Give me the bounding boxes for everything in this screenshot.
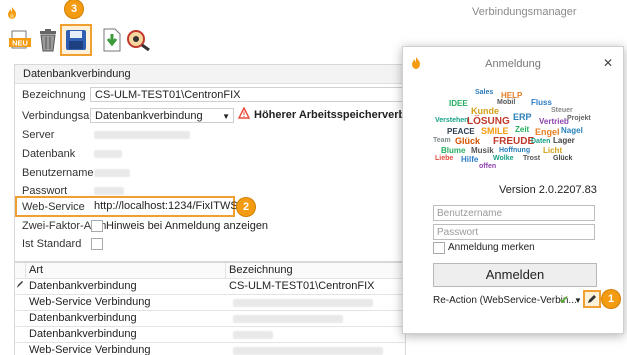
table-row[interactable]: Datenbankverbindung xyxy=(15,327,405,343)
cell-art: Datenbankverbindung xyxy=(29,312,137,324)
table-header: Art Bezeichnung xyxy=(15,263,405,279)
table-row[interactable]: Datenbankverbindung CS-ULM-TEST01\Centro… xyxy=(15,279,405,295)
benutzername-field[interactable] xyxy=(90,165,230,180)
dialog-title: Anmeldung xyxy=(485,58,541,70)
label-datenbank: Datenbank xyxy=(22,148,76,160)
cell-bezeichnung-redacted xyxy=(229,343,389,355)
server-field[interactable] xyxy=(90,127,230,142)
cell-art: Datenbankverbindung xyxy=(29,280,137,292)
column-header-bezeichnung[interactable]: Bezeichnung xyxy=(227,263,293,278)
save-button[interactable] xyxy=(60,24,92,56)
label-webservice: Web-Service xyxy=(22,201,85,213)
ist-standard-checkbox[interactable] xyxy=(91,238,103,250)
trash-icon xyxy=(40,29,56,52)
version-text: Version 2.0.2207.83 xyxy=(499,184,597,196)
username-input[interactable]: Benutzername xyxy=(433,205,595,221)
cell-art: Web-Service Verbindung xyxy=(29,344,151,355)
check-icon: ✔ xyxy=(559,293,570,307)
login-dialog: Anmeldung ✕ Sales HELP IDEE Mobil Fluss … xyxy=(402,46,624,334)
verbindungsart-value: Datenbankverbindung xyxy=(95,110,203,122)
chevron-down-icon: ▼ xyxy=(574,296,582,305)
memory-warning-text: Höherer Arbeitsspeicherverbrauch, w xyxy=(254,109,402,121)
webservice-url-field[interactable]: http://localhost:1234/FixITWS xyxy=(90,199,238,214)
new-icon: NEU xyxy=(9,30,31,49)
floppy-save-icon xyxy=(66,30,86,50)
edit-connection-button[interactable] xyxy=(583,290,601,308)
import-button[interactable] xyxy=(98,26,126,54)
remember-login-checkbox[interactable] xyxy=(433,242,445,254)
new-label: NEU xyxy=(12,39,28,48)
delete-button[interactable] xyxy=(34,26,62,54)
connection-select[interactable]: Re-Action (WebService-Verbin... ✔ ▼ xyxy=(433,293,583,309)
verbindungsart-select[interactable]: Datenbankverbindung ▼ xyxy=(90,108,234,123)
panel-header: Datenbankverbindung xyxy=(15,65,415,84)
cell-art: Web-Service Verbindung xyxy=(29,296,151,308)
chevron-down-icon: ▼ xyxy=(222,112,230,121)
label-passwort: Passwort xyxy=(22,185,68,197)
import-icon xyxy=(103,28,121,52)
login-button[interactable]: Anmelden xyxy=(433,263,597,287)
label-verbindungsart: Verbindungsart xyxy=(22,110,96,122)
remember-login-label: Anmeldung merken xyxy=(448,242,535,253)
window-title: Verbindungsmanager xyxy=(472,6,577,18)
new-button[interactable]: NEU xyxy=(6,26,34,54)
cell-art: Datenbankverbindung xyxy=(29,328,137,340)
step-badge-2: 2 xyxy=(237,198,255,216)
table-row[interactable]: Web-Service Verbindung xyxy=(15,343,405,355)
connection-select-value: Re-Action (WebService-Verbin... xyxy=(433,295,577,306)
cell-bezeichnung: CS-ULM-TEST01\CentronFIX xyxy=(229,280,375,292)
column-header-art[interactable]: Art xyxy=(27,263,226,278)
eye-search-icon xyxy=(127,30,150,51)
step-badge-3: 3 xyxy=(65,0,83,18)
label-server: Server xyxy=(22,129,55,141)
cell-bezeichnung-redacted xyxy=(229,327,389,342)
bezeichnung-field[interactable]: CS-ULM-TEST01\CentronFIX xyxy=(90,87,410,102)
row-edit-pencil-icon xyxy=(16,279,24,294)
label-benutzername: Benutzername xyxy=(22,167,94,179)
passwort-field[interactable] xyxy=(90,183,230,198)
password-input[interactable]: Passwort xyxy=(433,224,595,240)
zwei-faktor-checkbox[interactable] xyxy=(91,220,103,232)
step-badge-1: 1 xyxy=(602,290,620,308)
test-connection-button[interactable] xyxy=(124,26,152,54)
connections-table: Art Bezeichnung Datenbankverbindung CS-U… xyxy=(14,262,406,355)
label-ist-standard: Ist Standard xyxy=(22,238,82,250)
table-row[interactable]: Datenbankverbindung xyxy=(15,311,405,327)
cell-bezeichnung-redacted xyxy=(229,311,389,326)
word-cloud-image: Sales HELP IDEE Mobil Fluss Kunde Steuer… xyxy=(433,89,591,170)
app-logo-icon xyxy=(7,7,17,22)
label-bezeichnung: Bezeichnung xyxy=(22,89,86,101)
zwei-faktor-checkbox-label: Hinweis bei Anmeldung anzeigen xyxy=(106,220,269,232)
warning-icon xyxy=(237,106,251,122)
table-row[interactable]: Web-Service Verbindung xyxy=(15,295,405,311)
pencil-icon xyxy=(588,295,596,303)
close-icon[interactable]: ✕ xyxy=(603,56,613,70)
datenbank-field[interactable] xyxy=(90,146,230,161)
cell-bezeichnung-redacted xyxy=(229,295,389,310)
